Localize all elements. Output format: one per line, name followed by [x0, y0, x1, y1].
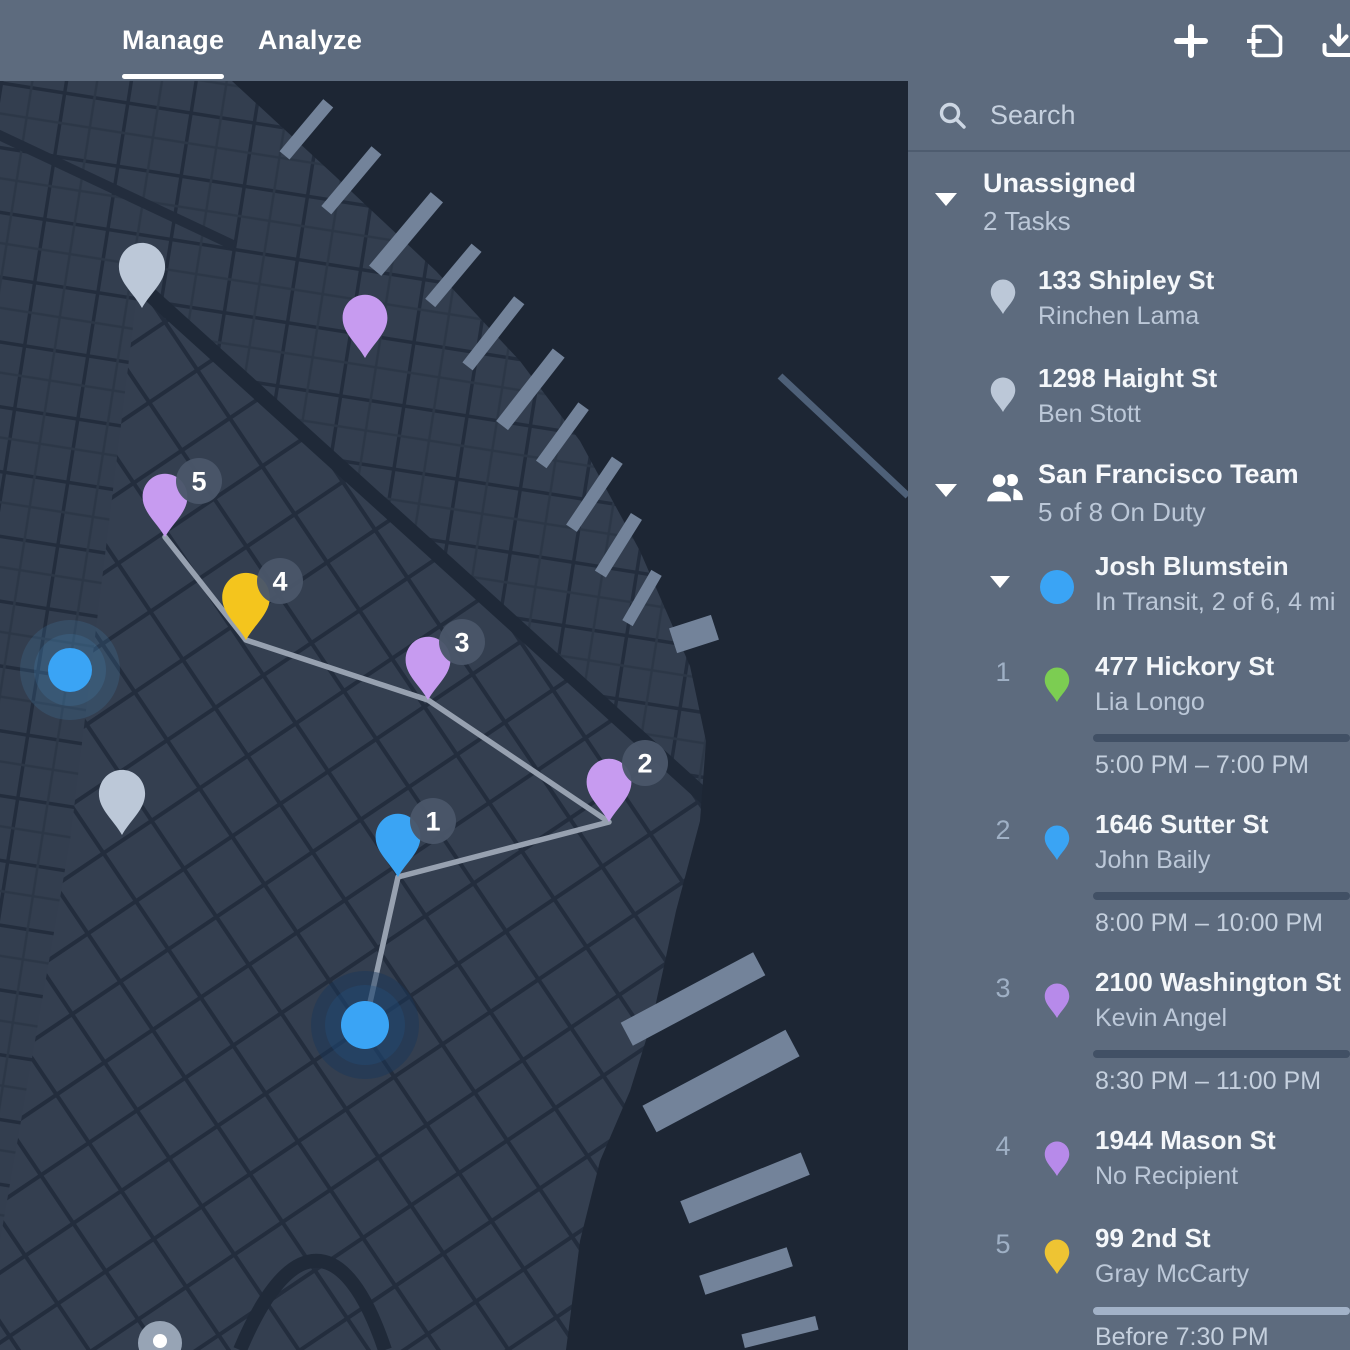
task-recipient: Kevin Angel [1095, 1004, 1227, 1033]
task-recipient: John Baily [1095, 846, 1210, 875]
driver-status: In Transit, 2 of 6, 4 mi [1095, 588, 1335, 617]
task-row-2[interactable]: 2 1646 Sutter St John Baily 8:00 PM – 10… [908, 809, 1350, 957]
task-number: 5 [981, 1229, 1025, 1260]
task-number: 2 [981, 815, 1025, 846]
yellow-pin-icon [1043, 1238, 1071, 1275]
map-badge-2[interactable]: 2 [622, 740, 668, 786]
blue-pin-icon [1043, 824, 1071, 861]
svg-text:4: 4 [272, 567, 287, 597]
time-window-bar [1093, 1050, 1350, 1058]
task-row-1[interactable]: 1 477 Hickory St Lia Longo 5:00 PM – 7:0… [908, 651, 1350, 799]
map-canvas[interactable]: 5 4 3 2 1 [0, 81, 908, 1350]
purple-pin-icon [1043, 982, 1071, 1019]
search-input[interactable] [990, 100, 1350, 131]
time-window-bar [1093, 1307, 1350, 1315]
chevron-down-icon[interactable] [990, 576, 1010, 588]
chevron-down-icon[interactable] [935, 484, 957, 497]
task-row-5[interactable]: 5 99 2nd St Gray McCarty Before 7:30 PM [908, 1223, 1350, 1350]
driver-dot-south[interactable] [311, 971, 419, 1079]
purple-pin-icon [1043, 1140, 1071, 1177]
svg-text:3: 3 [454, 628, 469, 658]
driver-row-josh-blumstein[interactable]: Josh Blumstein In Transit, 2 of 6, 4 mi [908, 551, 1350, 637]
svg-text:1: 1 [425, 807, 440, 837]
task-recipient: Lia Longo [1095, 688, 1205, 717]
svg-text:2: 2 [637, 749, 652, 779]
gray-pin-icon [989, 278, 1017, 315]
team-people-icon [983, 471, 1025, 505]
task-recipient: Gray McCarty [1095, 1260, 1249, 1289]
green-pin-icon [1043, 666, 1071, 703]
driver-dot-west[interactable] [20, 620, 120, 720]
svg-text:5: 5 [191, 467, 206, 497]
task-address: 99 2nd St [1095, 1223, 1211, 1254]
time-window-bar [1093, 892, 1350, 900]
task-address: 477 Hickory St [1095, 651, 1274, 682]
map-badge-3[interactable]: 3 [439, 619, 485, 665]
unassigned-task-row-1[interactable]: 133 Shipley St Rinchen Lama [908, 265, 1350, 355]
tab-analyze[interactable]: Analyze [258, 0, 362, 81]
app-root: Manage Analyze [0, 0, 1350, 1350]
task-time-window: Before 7:30 PM [1095, 1323, 1269, 1350]
task-time-window: 8:00 PM – 10:00 PM [1095, 909, 1323, 938]
task-recipient: Rinchen Lama [1038, 302, 1199, 331]
section-unassigned[interactable]: Unassigned 2 Tasks [908, 166, 1350, 256]
time-window-bar [1093, 734, 1350, 742]
file-plus-icon[interactable] [1247, 22, 1285, 60]
driver-name: Josh Blumstein [1095, 551, 1289, 582]
task-number: 4 [981, 1131, 1025, 1162]
task-time-window: 5:00 PM – 7:00 PM [1095, 751, 1309, 780]
search-bar[interactable] [908, 81, 1350, 152]
task-recipient: Ben Stott [1038, 400, 1141, 429]
task-address: 2100 Washington St [1095, 967, 1341, 998]
section-team-title: San Francisco Team [1038, 459, 1299, 490]
tab-manage-label: Manage [122, 25, 224, 56]
task-recipient: No Recipient [1095, 1162, 1238, 1191]
task-number: 1 [981, 657, 1025, 688]
search-icon [938, 101, 968, 131]
section-team-subtitle: 5 of 8 On Duty [1038, 497, 1206, 528]
task-number: 3 [981, 973, 1025, 1004]
sidebar: Unassigned 2 Tasks 133 Shipley St Rinche… [908, 81, 1350, 1350]
active-tab-underline [122, 74, 224, 79]
task-address: 1298 Haight St [1038, 363, 1217, 394]
section-team[interactable]: San Francisco Team 5 of 8 On Duty [908, 457, 1350, 547]
chevron-down-icon[interactable] [935, 193, 957, 206]
task-address: 1646 Sutter St [1095, 809, 1268, 840]
gray-pin-icon [989, 376, 1017, 413]
tab-manage[interactable]: Manage [122, 0, 224, 81]
topbar: Manage Analyze [0, 0, 1350, 81]
section-unassigned-subtitle: 2 Tasks [983, 206, 1071, 237]
map-badge-5[interactable]: 5 [176, 458, 222, 504]
download-icon[interactable] [1320, 22, 1350, 60]
plus-icon[interactable] [1172, 22, 1210, 60]
section-unassigned-title: Unassigned [983, 168, 1136, 199]
task-time-window: 8:30 PM – 11:00 PM [1095, 1067, 1321, 1096]
unassigned-task-row-2[interactable]: 1298 Haight St Ben Stott [908, 363, 1350, 453]
driver-avatar [1040, 570, 1074, 604]
tab-analyze-label: Analyze [258, 25, 362, 56]
map-badge-1[interactable]: 1 [410, 798, 456, 844]
task-address: 1944 Mason St [1095, 1125, 1276, 1156]
map-badge-4[interactable]: 4 [257, 558, 303, 604]
task-row-3[interactable]: 3 2100 Washington St Kevin Angel 8:30 PM… [908, 967, 1350, 1115]
task-row-4[interactable]: 4 1944 Mason St No Recipient [908, 1125, 1350, 1217]
task-address: 133 Shipley St [1038, 265, 1214, 296]
